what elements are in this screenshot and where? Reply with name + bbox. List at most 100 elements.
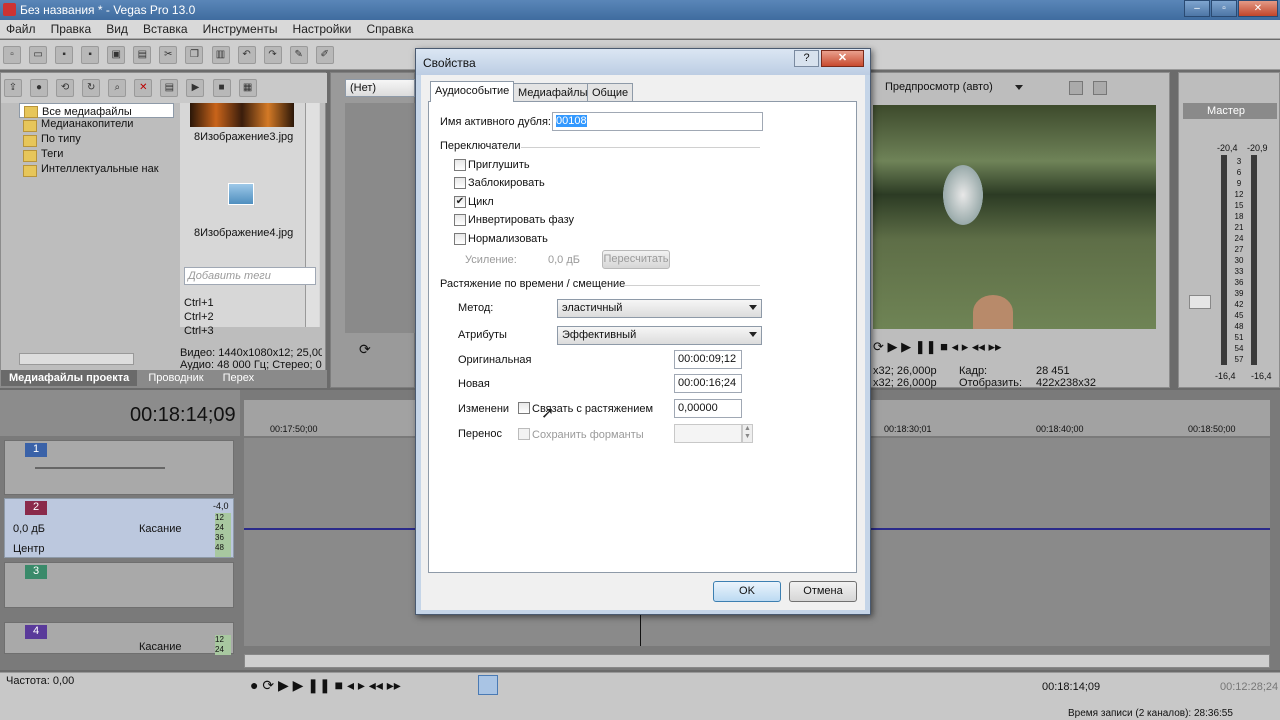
search-media-icon[interactable]: ⌕ — [108, 79, 127, 97]
video-preview-panel: Предпросмотр (авто) ⟳ ▶ ▶ ❚❚ ■ ◂ ▸ ◂◂ ▸▸… — [870, 72, 1170, 389]
undo-icon[interactable]: ↶ — [237, 46, 256, 64]
original-length-field[interactable]: 00:00:09;12 — [674, 350, 742, 369]
end-time: 00:12:28;24 — [1220, 681, 1279, 693]
trimmer-source-select[interactable]: (Нет) — [345, 79, 415, 97]
refresh-icon[interactable]: ↻ — [82, 79, 101, 97]
ok-button[interactable]: OK — [713, 581, 781, 602]
timeline-horizontal-scrollbar[interactable] — [244, 654, 1270, 668]
track-header-selected[interactable]: 2 0,0 дБ Центр Касание -4,0 12 24 36 48 — [4, 498, 234, 558]
track-automation-mode[interactable]: Касание — [139, 523, 181, 535]
preview-mode-dropdown-icon[interactable] — [1015, 85, 1023, 90]
thumbnail-image3[interactable] — [190, 103, 294, 127]
tags-input[interactable]: Добавить теги — [184, 267, 316, 285]
maximize-button[interactable]: ▫ — [1211, 0, 1237, 17]
media-properties-icon[interactable]: ▤ — [160, 79, 179, 97]
capture-icon[interactable]: ● — [30, 79, 49, 97]
tree-item-by-type[interactable]: По типу — [19, 133, 174, 148]
invert-phase-checkbox[interactable] — [454, 214, 466, 226]
menu-tools[interactable]: Инструменты — [197, 20, 284, 36]
cancel-button[interactable]: Отмена — [789, 581, 857, 602]
track-number: 3 — [25, 565, 47, 579]
trimmer-view[interactable] — [345, 103, 415, 333]
meter-scale-tick: 30 — [1234, 256, 1244, 265]
edit-tool-icon[interactable]: ✎ — [289, 46, 308, 64]
split-screen-icon[interactable] — [1069, 81, 1083, 95]
save-icon[interactable]: ▪ — [55, 46, 74, 64]
properties-icon[interactable]: ▤ — [133, 46, 152, 64]
remove-media-icon[interactable]: ✕ — [134, 79, 153, 97]
loop-checkbox[interactable]: ✔ — [454, 196, 466, 208]
link-stretch-checkbox[interactable] — [518, 402, 530, 414]
meter-scale-tick: 3 — [1236, 157, 1242, 166]
thumbnails-scrollbar[interactable] — [305, 103, 319, 327]
track-header[interactable]: 4 Касание 12 24 — [4, 622, 234, 655]
track-header[interactable]: 3 — [4, 562, 234, 608]
trimmer-panel: (Нет) ⟳ — [330, 72, 415, 388]
cut-icon[interactable]: ✂ — [159, 46, 178, 64]
tab-audio-event[interactable]: Аудиособытие — [430, 81, 515, 102]
save-snapshot-icon[interactable] — [1093, 81, 1107, 95]
stretch-header: Растяжение по времени / смещение — [440, 278, 626, 290]
image-file-icon[interactable] — [228, 183, 254, 205]
envelope-tool-icon[interactable]: ✐ — [315, 46, 334, 64]
menu-insert[interactable]: Вставка — [137, 20, 194, 36]
track-meter-peak: -4,0 — [213, 501, 229, 511]
transpose-field[interactable] — [674, 424, 742, 443]
tab-project-media[interactable]: Медиафайлы проекта — [1, 370, 138, 386]
tree-item-all-media[interactable]: Все медиафайлы — [19, 103, 174, 118]
track-automation-mode[interactable]: Касание — [139, 641, 181, 653]
menu-edit[interactable]: Правка — [45, 20, 98, 36]
tab-media[interactable]: Медиафайлы — [513, 83, 593, 102]
tab-general[interactable]: Общие — [587, 83, 634, 102]
redo-icon[interactable]: ↷ — [263, 46, 282, 64]
transport-controls[interactable]: ● ⟳ ▶ ▶ ❚❚ ■ ◂ ▸ ◂◂ ▸▸ — [250, 677, 401, 694]
save-as-icon[interactable]: ▪ — [81, 46, 100, 64]
recalculate-button[interactable]: Пересчитать — [602, 250, 670, 269]
render-icon[interactable]: ▣ — [107, 46, 126, 64]
tree-item-smart-bins[interactable]: Интеллектуальные нак — [19, 163, 174, 178]
paste-icon[interactable]: ▥ — [211, 46, 230, 64]
lock-checkbox[interactable] — [454, 177, 466, 189]
import-media-icon[interactable]: ⇪ — [4, 79, 22, 97]
tree-item-tags[interactable]: Теги — [19, 148, 174, 163]
minimize-button[interactable]: – — [1184, 0, 1210, 17]
new-length-field[interactable]: 00:00:16;24 — [674, 374, 742, 393]
new-project-icon[interactable]: ▫ — [3, 46, 21, 64]
master-fader[interactable] — [1189, 295, 1211, 309]
dialog-close-button[interactable]: ✕ — [821, 50, 864, 67]
track-header[interactable]: 1 — [4, 440, 234, 495]
transpose-spinner-icon[interactable]: ▲ ▼ — [742, 424, 753, 443]
take-name-input[interactable]: 00108 — [552, 112, 763, 131]
meter-scale-tick: 36 — [1234, 278, 1244, 287]
stop-media-icon[interactable]: ■ — [212, 79, 231, 97]
pitch-change-field[interactable]: 0,00000 — [674, 399, 742, 418]
menu-file[interactable]: Файл — [0, 20, 42, 36]
meter-tick: 24 — [215, 523, 224, 532]
tree-item-media-drives[interactable]: Медианакопители — [19, 118, 174, 133]
meter-scale-tick: 15 — [1234, 201, 1244, 210]
method-select[interactable]: эластичный — [557, 299, 762, 318]
copy-icon[interactable]: ❐ — [185, 46, 204, 64]
keep-formants-checkbox[interactable] — [518, 428, 530, 440]
get-media-icon[interactable]: ⟲ — [56, 79, 75, 97]
normalize-checkbox[interactable] — [454, 233, 466, 245]
preview-mode[interactable]: Предпросмотр (авто) — [885, 81, 993, 93]
meter-scale-tick: 51 — [1234, 333, 1244, 342]
open-icon[interactable]: ▭ — [29, 46, 48, 64]
normal-edit-tool-icon[interactable] — [478, 675, 498, 695]
tab-explorer[interactable]: Проводник — [140, 370, 211, 386]
menu-view[interactable]: Вид — [100, 20, 134, 36]
tree-horizontal-scrollbar[interactable] — [19, 353, 134, 365]
menu-bar: Файл Правка Вид Вставка Инструменты Наст… — [0, 20, 1280, 39]
menu-settings[interactable]: Настройки — [287, 20, 358, 36]
mute-checkbox[interactable] — [454, 159, 466, 171]
help-button[interactable]: ? — [794, 50, 819, 67]
tab-transitions[interactable]: Перех — [215, 370, 263, 386]
attributes-select[interactable]: Эффективный — [557, 326, 762, 345]
close-button[interactable]: ✕ — [1238, 0, 1278, 17]
loop-icon[interactable]: ⟳ — [359, 341, 371, 358]
menu-help[interactable]: Справка — [360, 20, 419, 36]
views-icon[interactable]: ▦ — [238, 79, 257, 97]
play-media-icon[interactable]: ▶ — [186, 79, 205, 97]
track-volume-slider[interactable] — [35, 467, 165, 469]
